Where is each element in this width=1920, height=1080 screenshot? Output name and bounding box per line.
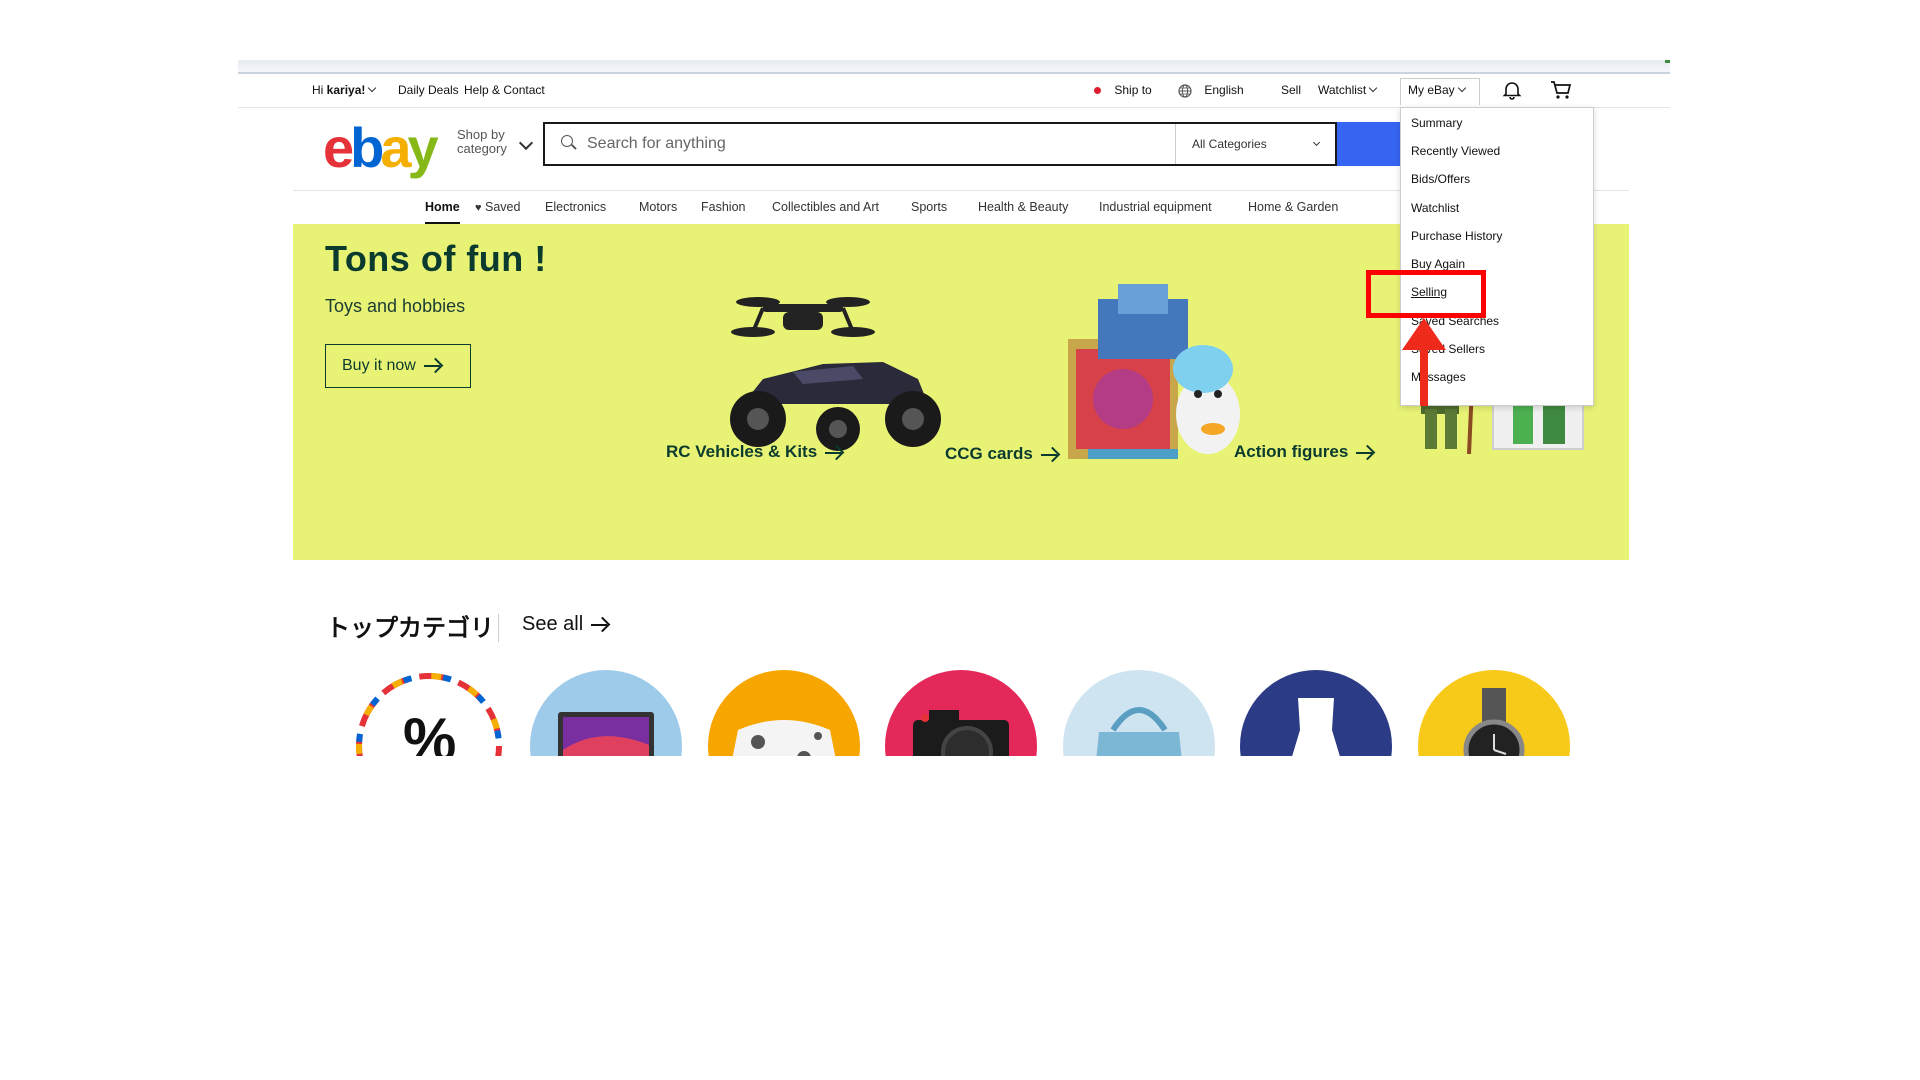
nav-item-fashion[interactable]: Fashion (701, 190, 745, 224)
daily-deals-link[interactable]: Daily Deals (398, 74, 459, 107)
category-cameras[interactable] (885, 670, 1037, 756)
bell-icon (1502, 82, 1522, 100)
arrow-right-icon (423, 364, 440, 367)
nav-item-saved[interactable]: ♥ Saved (475, 190, 520, 224)
nav-item-motors[interactable]: Motors (639, 190, 677, 224)
dress-icon (1292, 698, 1340, 756)
my-ebay-label: My eBay (1408, 83, 1455, 97)
watch-icon (1463, 688, 1525, 756)
help-contact-link[interactable]: Help & Contact (464, 74, 545, 107)
category-select-label: All Categories (1192, 137, 1267, 151)
nav-item-collectibles[interactable]: Collectibles and Art (772, 190, 879, 224)
category-bags[interactable] (1063, 670, 1215, 756)
cart-icon (1551, 81, 1572, 99)
buy-it-now-label: Buy it now (342, 357, 416, 374)
chevron-down-icon (368, 83, 377, 93)
arrow-right-icon (591, 623, 608, 626)
logo-letter-e: e (323, 116, 354, 179)
rc-car-image[interactable] (713, 284, 963, 464)
strip-tick (1665, 60, 1670, 63)
chevron-down-icon (1368, 83, 1378, 93)
rc-vehicles-label: RC Vehicles & Kits (666, 442, 818, 461)
handbag-icon (1096, 707, 1182, 756)
globe-icon (1178, 84, 1192, 98)
ship-to-button[interactable]: Ship to (1094, 74, 1152, 107)
annotation-arrow-shaft (1420, 324, 1428, 406)
chevron-down-icon (1457, 83, 1466, 93)
sell-link[interactable]: Sell (1281, 74, 1301, 107)
top-toolbar: Hi kariya! Daily Deals Help & Contact Sh… (238, 74, 1670, 108)
my-ebay-menu[interactable]: My eBay (1408, 74, 1466, 107)
nav-item-sports[interactable]: Sports (911, 190, 947, 224)
shop-by-line2: category (457, 141, 507, 156)
nav-item-home[interactable]: Home (425, 190, 460, 224)
action-figures-label: Action figures (1234, 442, 1349, 461)
buy-it-now-button[interactable]: Buy it now (325, 344, 471, 388)
percent-badge-icon: % (356, 673, 502, 756)
logo-letter-a: a (380, 116, 411, 179)
action-figures-link[interactable]: Action figures (1234, 442, 1373, 462)
nav-item-industrial[interactable]: Industrial equipment (1099, 190, 1212, 224)
selling-highlight-box (1366, 270, 1486, 318)
hero-subtitle: Toys and hobbies (325, 296, 466, 316)
username: kariya! (326, 83, 366, 97)
arrow-right-icon (1356, 451, 1373, 454)
dropdown-item-watchlist[interactable]: Watchlist (1411, 198, 1459, 218)
heart-icon: ♥ (475, 202, 482, 214)
camera-icon (913, 710, 1009, 756)
category-select[interactable]: All Categories (1175, 124, 1335, 164)
dropdown-item-summary[interactable]: Summary (1411, 113, 1462, 133)
nav-item-home-garden[interactable]: Home & Garden (1248, 190, 1338, 224)
nav-item-saved-label: Saved (485, 200, 521, 214)
shop-by-category-button[interactable]: Shop by category (457, 128, 507, 156)
watchlist-label: Watchlist (1318, 83, 1367, 97)
shop-by-line1: Shop by (457, 127, 505, 142)
title-divider (498, 614, 499, 642)
category-video-games[interactable] (708, 670, 860, 756)
greeting-menu[interactable]: Hi kariya! (312, 74, 377, 107)
search-icon (561, 135, 573, 147)
dropdown-item-recently-viewed[interactable]: Recently Viewed (1411, 141, 1500, 161)
watchlist-menu[interactable]: Watchlist (1318, 74, 1378, 107)
my-ebay-dropdown: Summary Recently Viewed Bids/Offers Watc… (1400, 107, 1594, 406)
search-bar: All Categories (543, 122, 1337, 166)
ccg-cards-link[interactable]: CCG cards (945, 444, 1057, 464)
see-all-label: See all (522, 613, 584, 635)
language-label: English (1204, 83, 1244, 97)
ship-to-label: Ship to (1114, 83, 1152, 97)
game-controller-icon (732, 720, 836, 756)
ccg-cards-image[interactable] (1058, 279, 1258, 479)
rc-vehicles-link[interactable]: RC Vehicles & Kits (666, 442, 842, 462)
category-circles: % (238, 670, 1670, 756)
laptop-icon (558, 712, 654, 756)
category-deals[interactable]: % (353, 670, 505, 756)
browser-top-strip (238, 60, 1670, 74)
dropdown-item-purchase-history[interactable]: Purchase History (1411, 226, 1502, 246)
language-button[interactable]: English (1178, 74, 1244, 107)
greeting-prefix: Hi (312, 83, 327, 97)
browser-screenshot: Hi kariya! Daily Deals Help & Contact Sh… (238, 60, 1670, 756)
dropdown-item-bids-offers[interactable]: Bids/Offers (1411, 169, 1470, 189)
hero-title: Tons of fun ! (325, 238, 547, 279)
chevron-down-icon (1312, 138, 1321, 147)
nav-item-electronics[interactable]: Electronics (545, 190, 606, 224)
ccg-cards-label: CCG cards (945, 444, 1033, 463)
category-watches[interactable] (1418, 670, 1570, 756)
see-all-link[interactable]: See all (522, 613, 608, 636)
nav-item-health-beauty[interactable]: Health & Beauty (978, 190, 1068, 224)
flag-icon (1094, 87, 1101, 94)
chevron-down-icon (518, 135, 534, 151)
search-input[interactable] (585, 124, 1169, 164)
arrow-right-icon (1040, 453, 1057, 456)
svg-text:%: % (403, 706, 456, 756)
top-categories-title: トップカテゴリ (326, 615, 494, 642)
logo-letter-y: y (407, 116, 439, 179)
category-computers[interactable] (530, 670, 682, 756)
category-clothing[interactable] (1240, 670, 1392, 756)
arrow-right-icon (825, 451, 842, 454)
ebay-logo[interactable]: ebay (323, 116, 439, 179)
logo-letter-b: b (350, 116, 384, 179)
